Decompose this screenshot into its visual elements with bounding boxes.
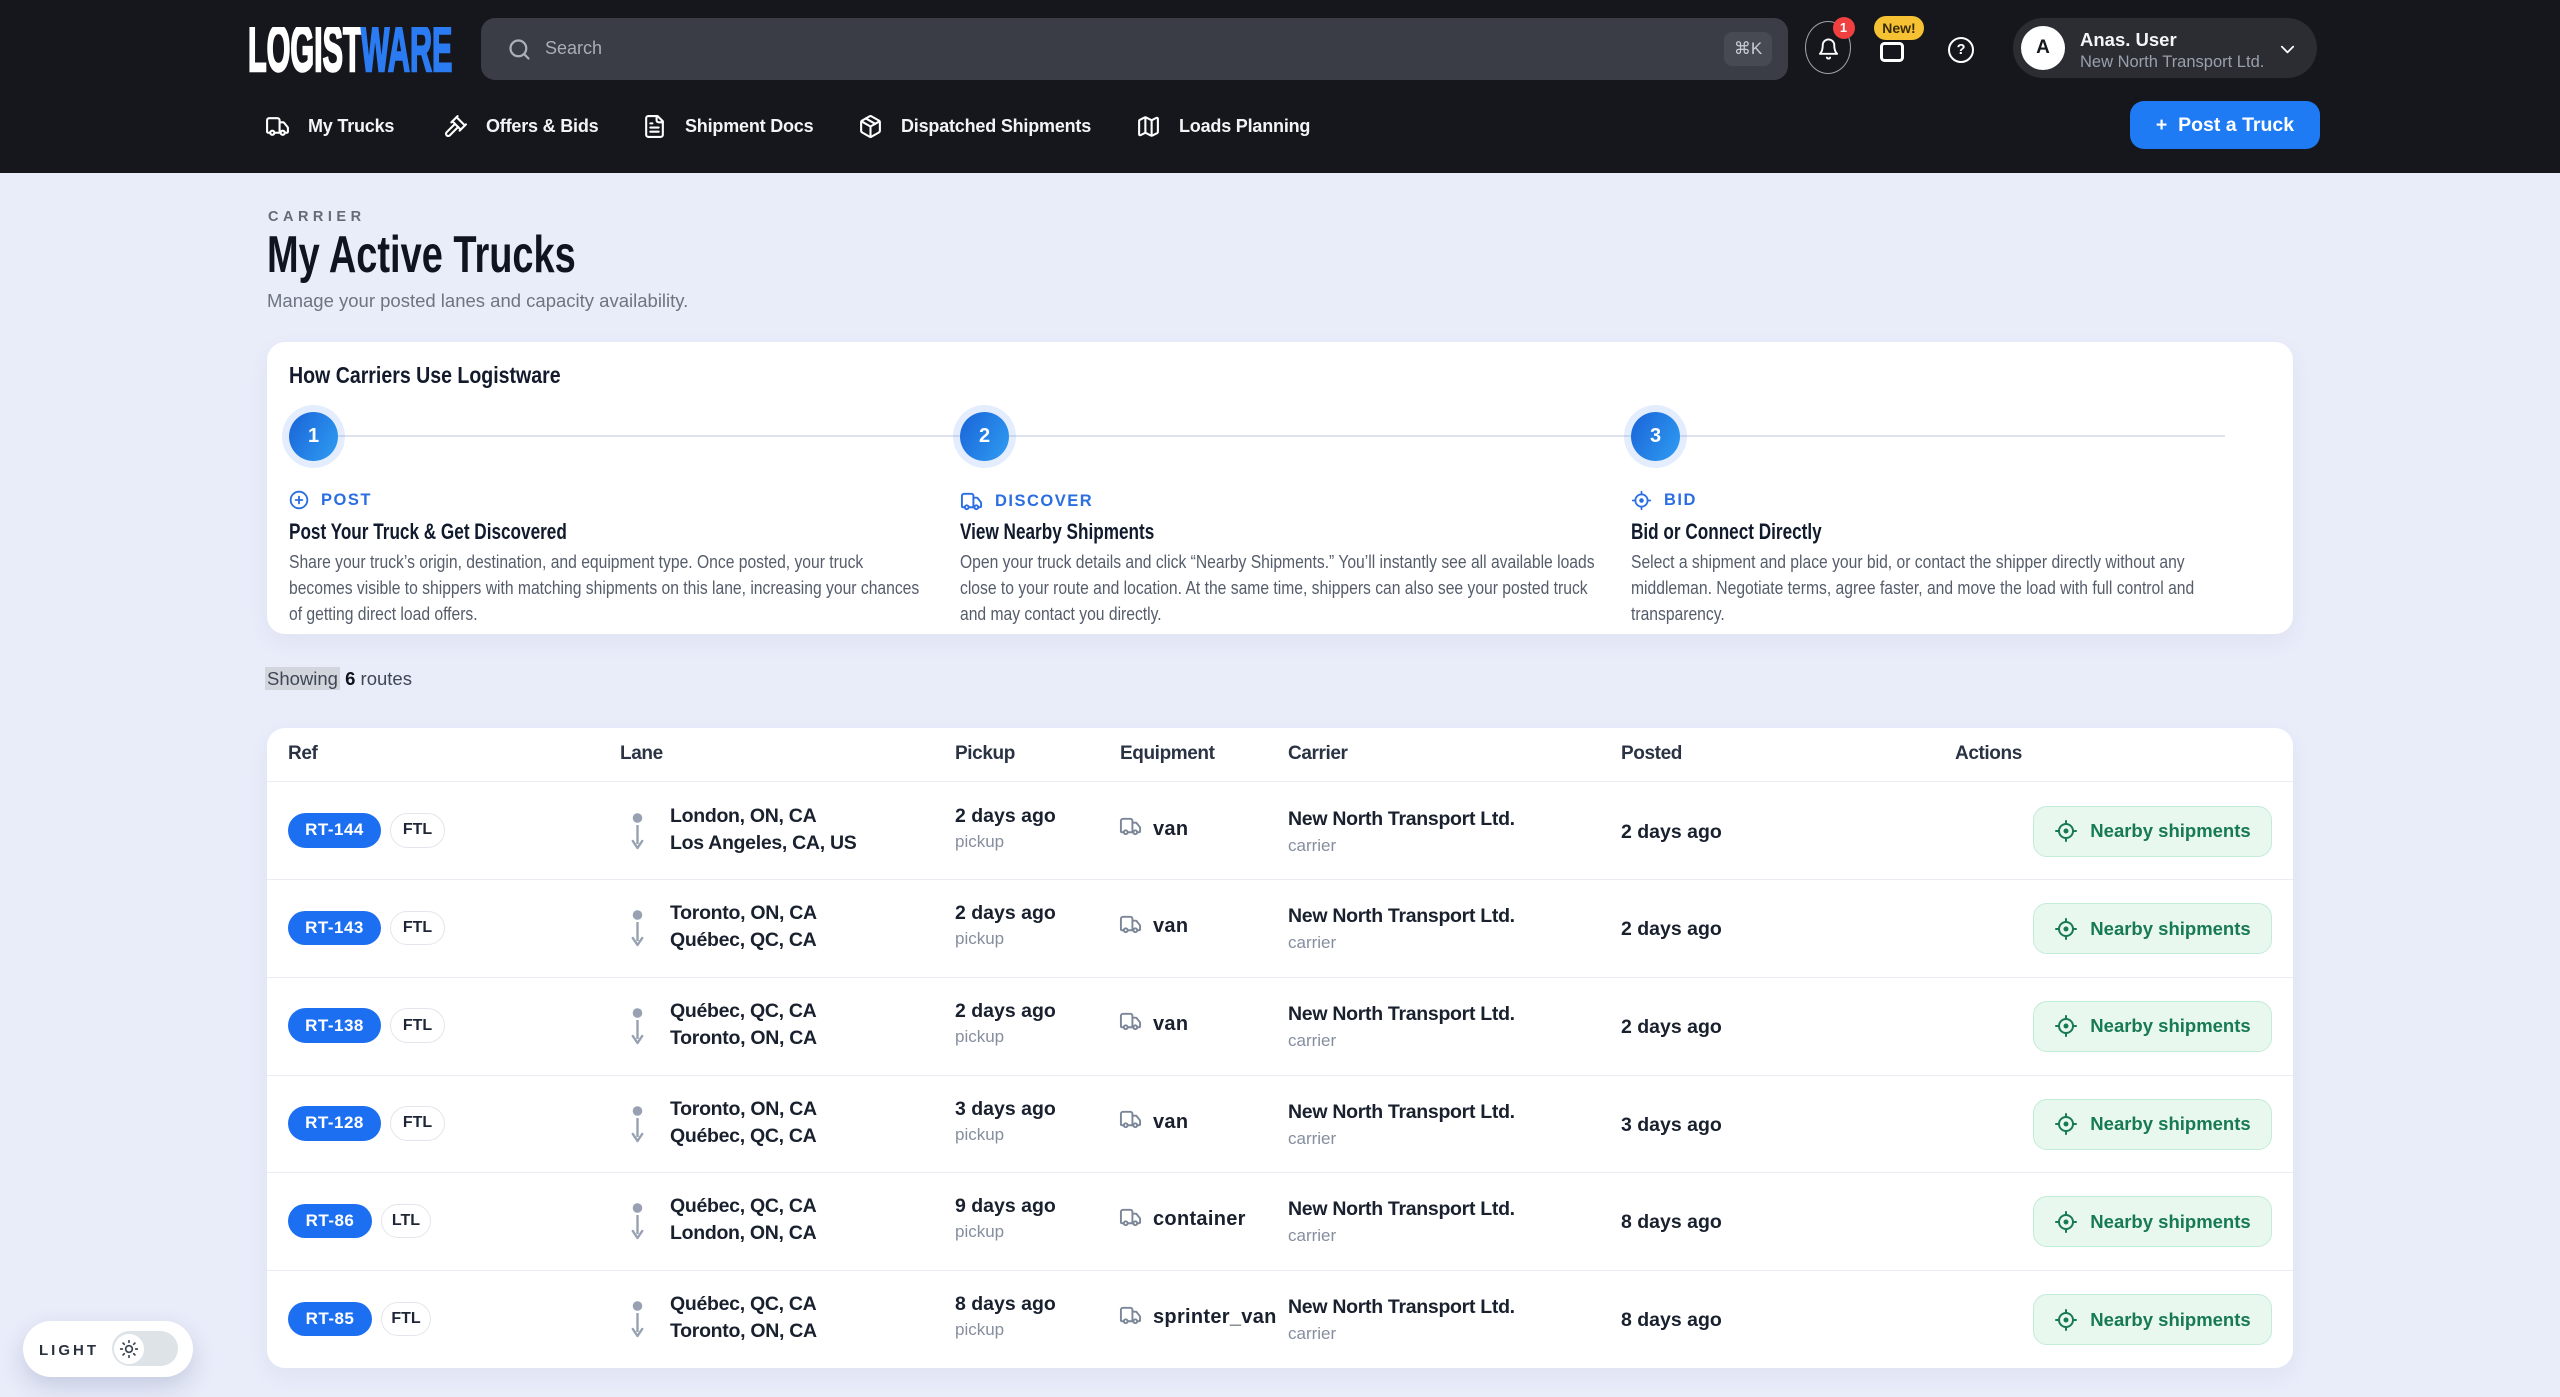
svg-text:LOGIST: LOGIST	[248, 27, 362, 77]
svg-text:WARE: WARE	[361, 27, 453, 77]
